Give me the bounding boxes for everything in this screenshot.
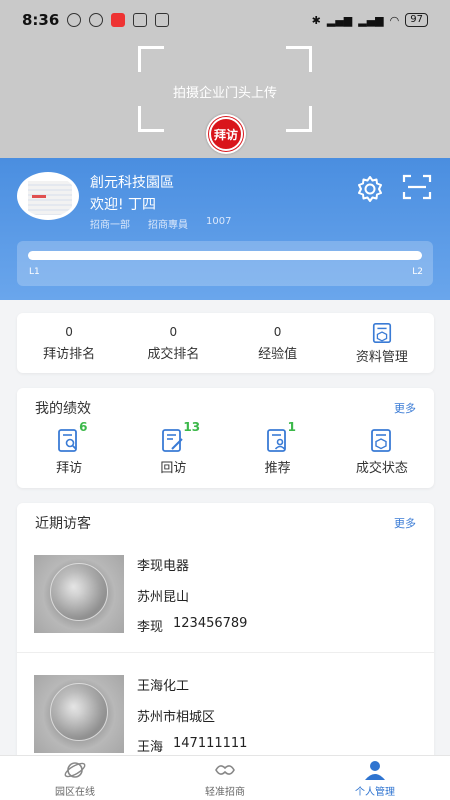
nav-precise-investment[interactable]: 轻准招商 xyxy=(150,756,300,800)
app-notification-icon xyxy=(133,13,148,27)
perf-item-deal-status[interactable]: 成交状态 xyxy=(330,428,434,476)
perf-label: 回访 xyxy=(160,461,187,476)
level-progress-bar xyxy=(28,251,422,260)
document-box-icon xyxy=(370,429,391,452)
nav-label: 轻准招商 xyxy=(205,786,245,798)
stat-value: 0 xyxy=(169,324,178,339)
department: 招商一部 xyxy=(90,220,130,231)
visitor-company: 王海化工 xyxy=(137,679,190,694)
battery-icon: 97 xyxy=(405,13,428,27)
nav-label: 个人管理 xyxy=(355,786,395,798)
perf-count: 1 xyxy=(287,420,296,434)
level-progress-fill xyxy=(28,251,422,260)
visitors-title: 近期访客 xyxy=(35,516,91,532)
capture-hint: 拍摄企业门头上传 xyxy=(172,86,277,101)
viewfinder-corner xyxy=(286,106,312,132)
user-meta: 招商一部 招商專員 1007 xyxy=(90,216,231,231)
nav-label: 园区在线 xyxy=(55,786,95,798)
signal-icon: ▂▄▆ xyxy=(326,13,353,27)
nav-park-online[interactable]: 园区在线 xyxy=(0,756,150,800)
nav-personal-management[interactable]: 个人管理 xyxy=(300,756,450,800)
planet-icon xyxy=(64,761,86,778)
stat-value: 0 xyxy=(273,324,282,339)
bottom-navigation: 园区在线 轻准招商 个人管理 xyxy=(0,755,450,800)
stat-label: 成交排名 xyxy=(147,346,200,362)
viewfinder-corner xyxy=(138,106,164,132)
stat-label: 经验值 xyxy=(258,346,298,362)
visit-button-label: 拜访 xyxy=(209,117,243,151)
visit-capture-button[interactable]: 拜访 xyxy=(206,114,246,154)
perf-count: 6 xyxy=(79,420,88,434)
signal-icon: ▂▄▆ xyxy=(358,13,384,27)
wifi-icon: ◠ xyxy=(389,13,400,27)
level-progress-panel: L1 L2 xyxy=(17,241,433,286)
handshake-icon xyxy=(215,764,235,775)
role: 招商專員 xyxy=(148,220,188,231)
performance-title: 我的绩效 xyxy=(35,401,91,417)
profile-header: 創元科技園區 欢迎! 丁四 招商一部 招商專員 1007 L1 L2 xyxy=(0,158,450,300)
visitor-contact-name: 李现 xyxy=(137,620,164,635)
alarm-icon xyxy=(89,13,104,27)
perf-count: 13 xyxy=(183,420,201,434)
stat-value: 0 xyxy=(65,324,73,339)
perf-item-revisit[interactable]: 13 回访 xyxy=(121,420,225,476)
perf-label: 拜访 xyxy=(56,461,83,476)
welcome-text: 欢迎! 丁四 xyxy=(90,197,157,213)
system-icons: ✱ ▂▄▆ ▂▄▆ ◠ 97 xyxy=(312,13,428,27)
scan-icon[interactable] xyxy=(402,174,432,200)
status-time: 8:36 xyxy=(22,11,60,29)
visitor-thumbnail xyxy=(34,675,124,753)
performance-more-link[interactable]: 更多 xyxy=(394,400,416,416)
perf-item-recommend[interactable]: 1 推荐 xyxy=(226,420,330,476)
stats-card: 0 拜访排名 0 成交排名 0 经验值 资料管理 xyxy=(17,313,434,373)
notification-icons xyxy=(67,13,170,27)
visitor-thumbnail xyxy=(34,555,124,633)
stat-label: 拜访排名 xyxy=(43,346,96,362)
status-bar: 8:36 ✱ ▂▄▆ ▂▄▆ ◠ 97 xyxy=(0,0,450,40)
visitors-more-link[interactable]: 更多 xyxy=(394,515,416,531)
visitor-phone: 123456789 xyxy=(173,616,248,631)
stat-visit-rank[interactable]: 0 拜访排名 xyxy=(17,313,121,373)
app-notification-icon xyxy=(111,13,126,27)
visitor-company: 李现电器 xyxy=(137,559,190,574)
stat-deal-rank[interactable]: 0 成交排名 xyxy=(121,313,225,373)
visitor-address: 苏州市相城区 xyxy=(137,710,216,725)
avatar[interactable] xyxy=(17,172,79,220)
company-name: 創元科技園區 xyxy=(90,175,174,191)
app-notification-icon xyxy=(155,13,170,27)
performance-card: 我的绩效 更多 6 拜访 13 回访 1 推荐 成交状态 xyxy=(17,388,434,488)
visitor-phone: 147111111 xyxy=(173,736,248,751)
camera-capture-area[interactable]: 拍摄企业门头上传 拜访 xyxy=(0,40,450,158)
visitor-contact-name: 王海 xyxy=(137,740,164,755)
perf-label: 成交状态 xyxy=(355,461,408,476)
visitor-contact: 王海 147111111 xyxy=(137,736,247,755)
visitor-list-item[interactable]: 李现电器 苏州昆山 李现 123456789 xyxy=(17,543,434,653)
visitor-address: 苏州昆山 xyxy=(137,590,190,605)
viewfinder-corner xyxy=(286,46,312,72)
mute-icon xyxy=(67,13,82,27)
data-management-button[interactable]: 资料管理 xyxy=(330,313,434,373)
level-start-label: L1 xyxy=(29,267,40,277)
stat-experience[interactable]: 0 经验值 xyxy=(226,313,330,373)
gear-icon[interactable] xyxy=(355,174,385,204)
visitor-list-item[interactable]: 王海化工 苏州市相城区 王海 147111111 xyxy=(17,663,434,763)
level-end-label: L2 xyxy=(412,267,423,277)
person-icon xyxy=(365,760,385,780)
document-box-icon xyxy=(372,322,391,343)
user-id: 1007 xyxy=(206,216,232,227)
viewfinder-corner xyxy=(138,46,164,72)
perf-label: 推荐 xyxy=(264,461,291,476)
perf-item-visit[interactable]: 6 拜访 xyxy=(17,420,121,476)
recent-visitors-card: 近期访客 更多 李现电器 苏州昆山 李现 123456789 王海化工 苏州市相… xyxy=(17,503,434,763)
bluetooth-icon: ✱ xyxy=(311,13,321,27)
visitor-contact: 李现 123456789 xyxy=(137,616,247,635)
stat-label: 资料管理 xyxy=(355,349,408,365)
